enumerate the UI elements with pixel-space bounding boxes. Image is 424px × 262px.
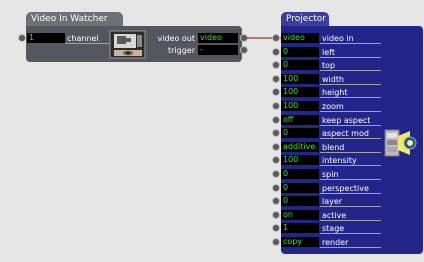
projector-value-aspect-mod[interactable]: 0 (281, 128, 319, 138)
projector-value-perspective[interactable]: 0 (281, 183, 319, 193)
projector-value-height[interactable]: 100 (281, 87, 319, 97)
projector-input-port-left[interactable] (272, 48, 280, 56)
projector-label-layer: layer (320, 196, 381, 207)
projector-label-intensity: intensity (320, 155, 381, 166)
projector-input-port-layer[interactable] (272, 197, 280, 205)
projector-label-spin: spin (320, 169, 381, 180)
projector-label-zoom: zoom (320, 101, 381, 112)
projector-label-perspective: perspective (320, 183, 381, 194)
projector-value-spin[interactable]: 0 (281, 169, 319, 179)
projector-value-top[interactable]: 0 (281, 60, 319, 70)
projector-value-blend[interactable]: additive (281, 142, 319, 152)
projector-value-zoom[interactable]: 100 (281, 101, 319, 111)
projector-value-stage[interactable]: 1 (281, 223, 319, 233)
trigger-value[interactable]: - (198, 45, 238, 55)
projector-label-aspect-mod: aspect mod (320, 128, 381, 139)
projector-input-port-active[interactable] (272, 211, 280, 219)
projector-label-blend: blend (320, 142, 381, 153)
projector-value-render[interactable]: copy (281, 237, 319, 247)
projector-label-height: height (320, 87, 381, 98)
projector-label-active: active (320, 210, 381, 221)
projector-input-port-stage[interactable] (272, 224, 280, 232)
projector-input-port-zoom[interactable] (272, 102, 280, 110)
projector-input-port-blend[interactable] (272, 143, 280, 151)
projector-input-port-width[interactable] (272, 75, 280, 83)
projector-value-intensity[interactable]: 100 (281, 155, 319, 165)
camera-monitor-icon (109, 30, 146, 59)
projector-value-active[interactable]: on (281, 210, 319, 220)
projector-value-video-in[interactable]: video (281, 33, 319, 43)
projector-input-port-spin[interactable] (272, 170, 280, 178)
projector-input-port-perspective[interactable] (272, 184, 280, 192)
projector-input-port-top[interactable] (272, 61, 280, 69)
projector-value-layer[interactable]: 0 (281, 196, 319, 206)
projector-label-top: top (320, 60, 381, 71)
trigger-label: trigger (167, 46, 195, 55)
channel-label: channel (65, 33, 109, 44)
projector-label-left: left (320, 47, 381, 58)
projector-label-width: width (320, 74, 381, 85)
projector-label-video-in: video in (320, 33, 381, 44)
video-out-value[interactable]: video (198, 33, 238, 43)
projector-lamp-icon (384, 128, 418, 158)
projector-input-port-aspect-mod[interactable] (272, 129, 280, 137)
projector-value-keep-aspect[interactable]: off (281, 115, 319, 125)
projector-label-render: render (320, 237, 381, 248)
projector-label-stage: stage (320, 223, 381, 234)
trigger-output-port[interactable] (240, 46, 248, 54)
projector-title[interactable]: Projector (281, 12, 329, 26)
channel-value[interactable]: 1 (27, 33, 65, 43)
projector-input-port-render[interactable] (272, 238, 280, 246)
video-out-port[interactable] (240, 34, 248, 42)
projector-input-port-video-in[interactable] (272, 34, 280, 42)
channel-input-port[interactable] (18, 34, 26, 42)
video-out-label: video out (157, 34, 196, 43)
projector-value-width[interactable]: 100 (281, 74, 319, 84)
projector-input-port-intensity[interactable] (272, 156, 280, 164)
projector-input-port-keep-aspect[interactable] (272, 116, 280, 124)
projector-input-port-height[interactable] (272, 88, 280, 96)
watcher-title[interactable]: Video In Watcher (26, 12, 123, 26)
projector-value-left[interactable]: 0 (281, 47, 319, 57)
projector-label-keep-aspect: keep aspect (320, 115, 381, 126)
